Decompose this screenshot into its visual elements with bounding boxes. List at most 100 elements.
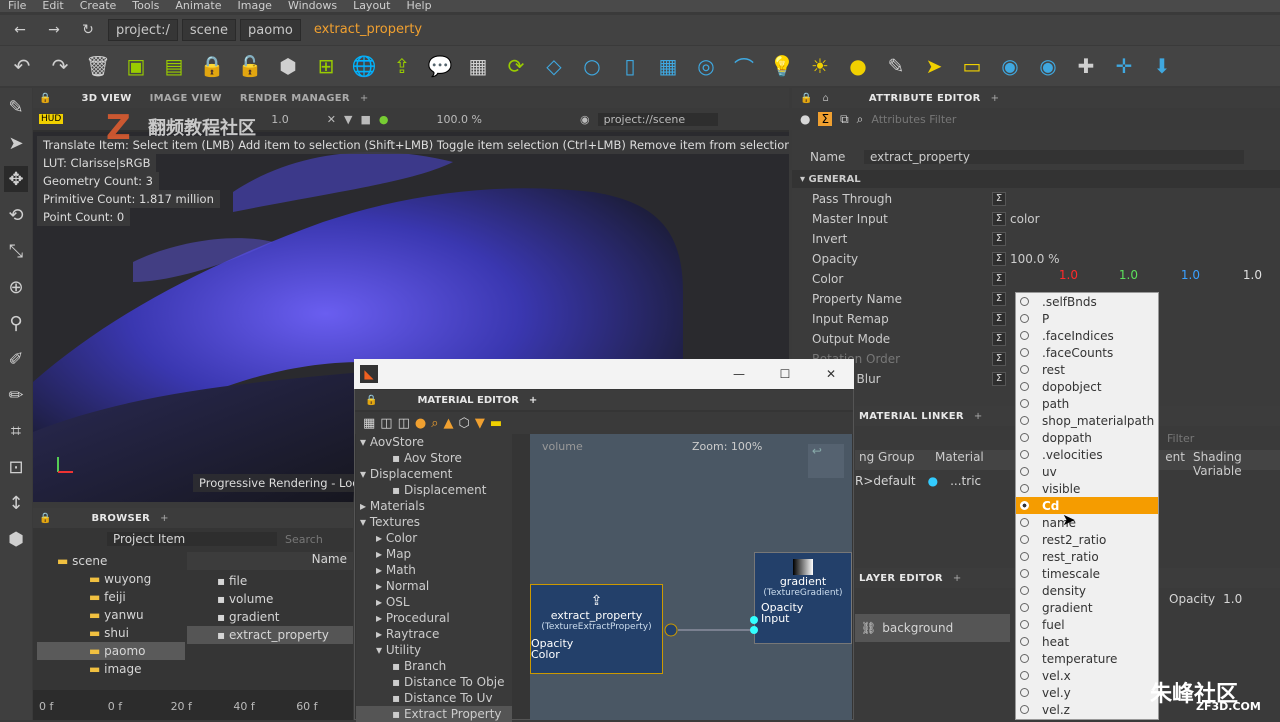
sigma-icon[interactable]: Σ <box>818 112 833 126</box>
close-button[interactable]: ✕ <box>808 367 854 381</box>
delete-icon[interactable]: 🗑 <box>84 52 112 80</box>
dropdown-item[interactable]: rest_ratio <box>1016 548 1158 565</box>
maximize-button[interactable]: ☐ <box>762 367 808 381</box>
sigma-icon[interactable]: Σ <box>992 232 1006 246</box>
attr-value[interactable]: 100.0 % <box>1010 252 1060 266</box>
transform-icon[interactable]: ⊕ <box>4 274 28 300</box>
minimize-button[interactable]: — <box>716 367 762 381</box>
toggle-icon[interactable]: ● <box>379 113 389 126</box>
environment-icon[interactable]: ◉ <box>996 52 1024 80</box>
sigma-icon[interactable]: Σ <box>992 332 1006 346</box>
tree-item[interactable]: ▪ Displacement <box>356 482 512 498</box>
dropdown-item[interactable]: shop_materialpath <box>1016 412 1158 429</box>
dropdown-item[interactable]: visible <box>1016 480 1158 497</box>
dropdown-item[interactable]: .velocities <box>1016 446 1158 463</box>
add-tab-icon[interactable]: + <box>953 573 961 584</box>
menu-image[interactable]: Image <box>230 0 280 12</box>
geosphere-icon[interactable]: ◎ <box>692 52 720 80</box>
sigma-icon[interactable]: Σ <box>992 372 1006 386</box>
dropdown-item[interactable]: dopobject <box>1016 378 1158 395</box>
zoom-field[interactable]: 100.0 % <box>437 113 482 126</box>
tree-item[interactable]: ▸ Math <box>356 562 512 578</box>
unlock-icon[interactable]: 🔓 <box>236 52 264 80</box>
hud-icon[interactable]: HUD <box>39 114 64 124</box>
select-icon[interactable]: ➤ <box>4 130 28 156</box>
import-icon[interactable]: ⇪ <box>388 52 416 80</box>
sigma-icon[interactable]: Σ <box>992 292 1006 306</box>
attr-row[interactable]: Opacity Σ 100.0 % <box>792 250 1280 268</box>
browser-item[interactable]: ▪ file <box>187 572 353 590</box>
crumb-1[interactable]: scene <box>181 19 237 41</box>
add-icon[interactable]: ✛ <box>1110 52 1138 80</box>
folder-item[interactable]: ▬ wuyong <box>37 570 185 588</box>
dropdown-item[interactable]: P <box>1016 310 1158 327</box>
attr-value[interactable]: color <box>1010 212 1040 226</box>
crumb-2[interactable]: paomo <box>240 19 301 41</box>
dropdown-item[interactable]: vel.x <box>1016 667 1158 684</box>
search-node-icon[interactable]: ⌕ <box>431 416 438 431</box>
dropdown-item[interactable]: vel.z <box>1016 701 1158 718</box>
color-r[interactable]: 1.0 <box>1018 268 1078 282</box>
skylight-icon[interactable]: ◉ <box>1034 52 1062 80</box>
sigma-icon[interactable]: Σ <box>992 312 1006 326</box>
box-icon[interactable]: ◇ <box>540 52 568 80</box>
view-tab-2[interactable]: RENDER MANAGER <box>240 93 350 104</box>
dropdown-item[interactable]: Cd <box>1016 497 1158 514</box>
cube-icon[interactable]: ⬡ <box>459 416 470 431</box>
folder-item[interactable]: ▬ yanwu <box>37 606 185 624</box>
dropdown-item[interactable]: path <box>1016 395 1158 412</box>
crop-icon[interactable]: ⌗ <box>4 418 28 444</box>
add-tab-icon[interactable]: + <box>974 411 982 422</box>
dropdown-item[interactable]: temperature <box>1016 650 1158 667</box>
dropdown-item[interactable]: rest <box>1016 361 1158 378</box>
sigma-icon[interactable]: Σ <box>992 192 1006 206</box>
color-g[interactable]: 1.0 <box>1078 268 1138 282</box>
dropdown-item[interactable]: .selfBnds <box>1016 293 1158 310</box>
layer-row[interactable]: ⛓ background <box>855 614 1010 642</box>
node-graph[interactable]: volume Zoom: 100% ↩ ⇪ extract_property (… <box>530 434 852 720</box>
value-field[interactable]: 1.0 <box>271 113 289 126</box>
redo-icon[interactable]: ↷ <box>46 52 74 80</box>
sphere-icon[interactable]: ○ <box>578 52 606 80</box>
browser-search[interactable]: Search <box>285 533 323 546</box>
color-a[interactable]: 1.0 <box>1200 268 1262 282</box>
tree-item[interactable]: ▸ Color <box>356 530 512 546</box>
snap-icon[interactable]: ⊡ <box>4 454 28 480</box>
dropdown-item[interactable]: rest2_ratio <box>1016 531 1158 548</box>
tree-item[interactable]: ▸ Materials <box>356 498 512 514</box>
dropdown-item[interactable]: doppath <box>1016 429 1158 446</box>
node-icon[interactable]: ◫ <box>380 416 392 431</box>
grid-icon[interactable]: ▦ <box>654 52 682 80</box>
add-tab-icon[interactable]: + <box>529 395 537 406</box>
dropdown-item[interactable]: name <box>1016 514 1158 531</box>
context-icon[interactable]: ▦ <box>464 52 492 80</box>
filter-icon[interactable]: ▼ <box>344 113 352 126</box>
light-bulb-icon[interactable]: 💡 <box>768 52 796 80</box>
brush-icon[interactable]: ✏ <box>4 382 28 408</box>
folder-item[interactable]: ▬ paomo <box>37 642 185 660</box>
move-icon[interactable]: ✥ <box>4 166 28 192</box>
sun-icon[interactable]: ☀ <box>806 52 834 80</box>
sigma-icon[interactable]: Σ <box>992 352 1006 366</box>
tree-item[interactable]: ▸ Procedural <box>356 610 512 626</box>
property-dropdown[interactable]: .selfBnds P .faceIndices .faceCounts rest dop… <box>1015 292 1159 720</box>
browser-item[interactable]: ▪ extract_property <box>187 626 353 644</box>
spot-light-icon[interactable]: ✎ <box>882 52 910 80</box>
name-field[interactable]: extract_property <box>864 150 1244 164</box>
cube-icon[interactable]: ⬢ <box>274 52 302 80</box>
folder-item[interactable]: ▬ shui <box>37 624 185 642</box>
menu-file[interactable]: File <box>0 0 34 12</box>
locator-icon[interactable]: ✚ <box>1072 52 1100 80</box>
sigma-icon[interactable]: Σ <box>992 272 1006 286</box>
lock-icon[interactable]: 🔒 <box>39 93 51 104</box>
cylinder-icon[interactable]: ▯ <box>616 52 644 80</box>
view-tab-1[interactable]: IMAGE VIEW <box>150 93 222 104</box>
tree-item[interactable]: ▪ Distance To Obje <box>356 674 512 690</box>
tree-item[interactable]: ▸ Map <box>356 546 512 562</box>
undo-icon[interactable]: ↶ <box>8 52 36 80</box>
browser-mode[interactable]: Project Item <box>107 532 277 546</box>
tree-item[interactable]: ▸ OSL <box>356 594 512 610</box>
tree-item[interactable]: ▾ AovStore <box>356 434 512 450</box>
ungroup-icon[interactable]: ▤ <box>160 52 188 80</box>
stamp-icon[interactable]: ⚲ <box>4 310 28 336</box>
